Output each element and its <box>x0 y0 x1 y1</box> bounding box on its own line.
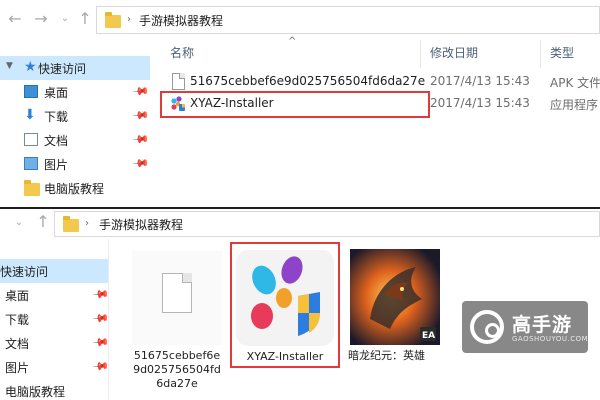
desktop-icon <box>24 85 38 98</box>
sidebar-item-label: 电脑版教程 <box>44 182 105 196</box>
tile-dragon-game[interactable]: EA 暗龙纪元：英雄 <box>348 249 442 375</box>
file-date: 2017/4/13 15:43 <box>430 96 530 110</box>
back-button[interactable]: ← <box>6 10 24 28</box>
gaoshouyou-logo-icon <box>470 310 504 344</box>
sidebar-item-label: 电脑版教程 <box>5 385 66 399</box>
sort-ascending-icon[interactable]: ^ <box>288 36 296 47</box>
breadcrumb[interactable]: 手游模拟器教程 <box>99 216 183 233</box>
sidebar-item-quick-access[interactable]: ▼ ★ 快速访问 <box>0 56 150 80</box>
sidebar-item-downloads[interactable]: ⬇ 下载 📌 <box>0 104 150 128</box>
ea-logo-icon: EA <box>422 331 435 341</box>
highlight-box <box>160 91 430 118</box>
star-icon: ★ <box>24 59 37 75</box>
download-icon: ⬇ <box>24 107 36 123</box>
tile-label: 暗龙纪元：英雄 <box>348 349 425 362</box>
column-header-date[interactable]: 修改日期 <box>430 44 478 64</box>
sidebar-item-pc-tutorial[interactable]: 电脑版教程 <box>0 176 150 200</box>
sidebar-item-label: 快速访问 <box>38 62 87 76</box>
breadcrumb[interactable]: 手游模拟器教程 <box>139 12 223 29</box>
file-icon <box>162 273 192 313</box>
pane-separator <box>108 239 109 400</box>
pictures-icon <box>24 157 38 170</box>
chevron-right-icon: › <box>85 218 89 229</box>
thumbnail <box>132 251 222 345</box>
sidebar-item-label: 桌面 <box>44 86 69 100</box>
folder-icon <box>63 216 79 232</box>
documents-icon <box>24 133 38 146</box>
address-row: ← → ⌄ ↑ › 手游模拟器教程 <box>0 0 600 40</box>
sidebar-item-label: 桌面 <box>5 289 30 303</box>
file-date: 2017/4/13 15:43 <box>430 74 530 88</box>
sidebar-item-label: 图片 <box>5 361 30 375</box>
file-icon <box>172 73 185 90</box>
chevron-down-icon[interactable]: ⌄ <box>10 214 28 232</box>
sidebar-item-desktop[interactable]: 桌面 📌 <box>0 283 110 307</box>
watermark-url: GAOSHOUYOU.COM <box>512 335 589 343</box>
dragon-game-icon: EA <box>350 249 440 345</box>
column-divider[interactable] <box>420 40 421 68</box>
sidebar-item-documents[interactable]: 文档 📌 <box>0 128 150 152</box>
sidebar-item-label: 文档 <box>44 134 69 148</box>
pin-icon[interactable]: 📌 <box>131 130 150 149</box>
chevron-down-icon[interactable]: ▼ <box>6 61 13 71</box>
highlight-box <box>230 242 340 368</box>
address-bar[interactable]: › 手游模拟器教程 <box>96 6 600 34</box>
column-divider[interactable] <box>540 40 541 68</box>
sidebar-item-label: 文档 <box>5 337 30 351</box>
sidebar-item-downloads[interactable]: 下载 📌 <box>0 307 110 331</box>
up-button[interactable]: ↑ <box>76 10 94 28</box>
explorer-window-details: ← → ⌄ ↑ › 手游模拟器教程 ▼ ★ 快速访问 桌面 📌 ⬇ 下载 📌 文… <box>0 0 600 207</box>
file-type: APK 文件 <box>550 76 600 90</box>
sidebar-item-desktop[interactable]: 桌面 📌 <box>0 80 150 104</box>
pin-icon[interactable]: 📌 <box>131 154 150 173</box>
file-type: 应用程序 <box>550 98 599 112</box>
sidebar-item-label: 快速访问 <box>0 265 49 279</box>
column-header-name[interactable]: 名称 <box>170 44 194 64</box>
sidebar-item-quick-access[interactable]: 快速访问 <box>0 259 108 283</box>
folder-icon <box>105 12 121 28</box>
sidebar-item-pc-tutorial[interactable]: 电脑版教程 <box>0 379 108 400</box>
tile-label: 51675cebbef6e 9d025756504fd 6da27e <box>133 349 221 390</box>
column-header-type[interactable]: 类型 <box>550 44 574 64</box>
sidebar-item-documents[interactable]: 文档 📌 <box>0 331 110 355</box>
chevron-down-icon[interactable]: ⌄ <box>56 10 74 28</box>
address-bar[interactable]: › 手游模拟器教程 <box>54 211 600 237</box>
sidebar-item-label: 图片 <box>44 158 69 172</box>
up-button[interactable]: ↑ <box>34 213 52 231</box>
tile-apk-file[interactable]: 51675cebbef6e 9d025756504fd 6da27e <box>130 251 224 400</box>
watermark: 高手游 GAOSHOUYOU.COM <box>462 301 588 353</box>
file-name: 51675cebbef6e9d025756504fd6da27e <box>190 74 426 88</box>
sidebar-item-label: 下载 <box>44 110 69 124</box>
chevron-right-icon: › <box>127 14 131 25</box>
sidebar-item-pictures[interactable]: 图片 📌 <box>0 152 150 176</box>
watermark-name: 高手游 <box>512 314 573 336</box>
forward-button[interactable]: → <box>32 10 50 28</box>
pin-icon[interactable]: 📌 <box>131 106 150 125</box>
sidebar-item-pictures[interactable]: 图片 📌 <box>0 355 110 379</box>
folder-icon <box>24 180 40 196</box>
sidebar-item-label: 下载 <box>5 313 30 327</box>
pin-icon[interactable]: 📌 <box>131 82 150 101</box>
